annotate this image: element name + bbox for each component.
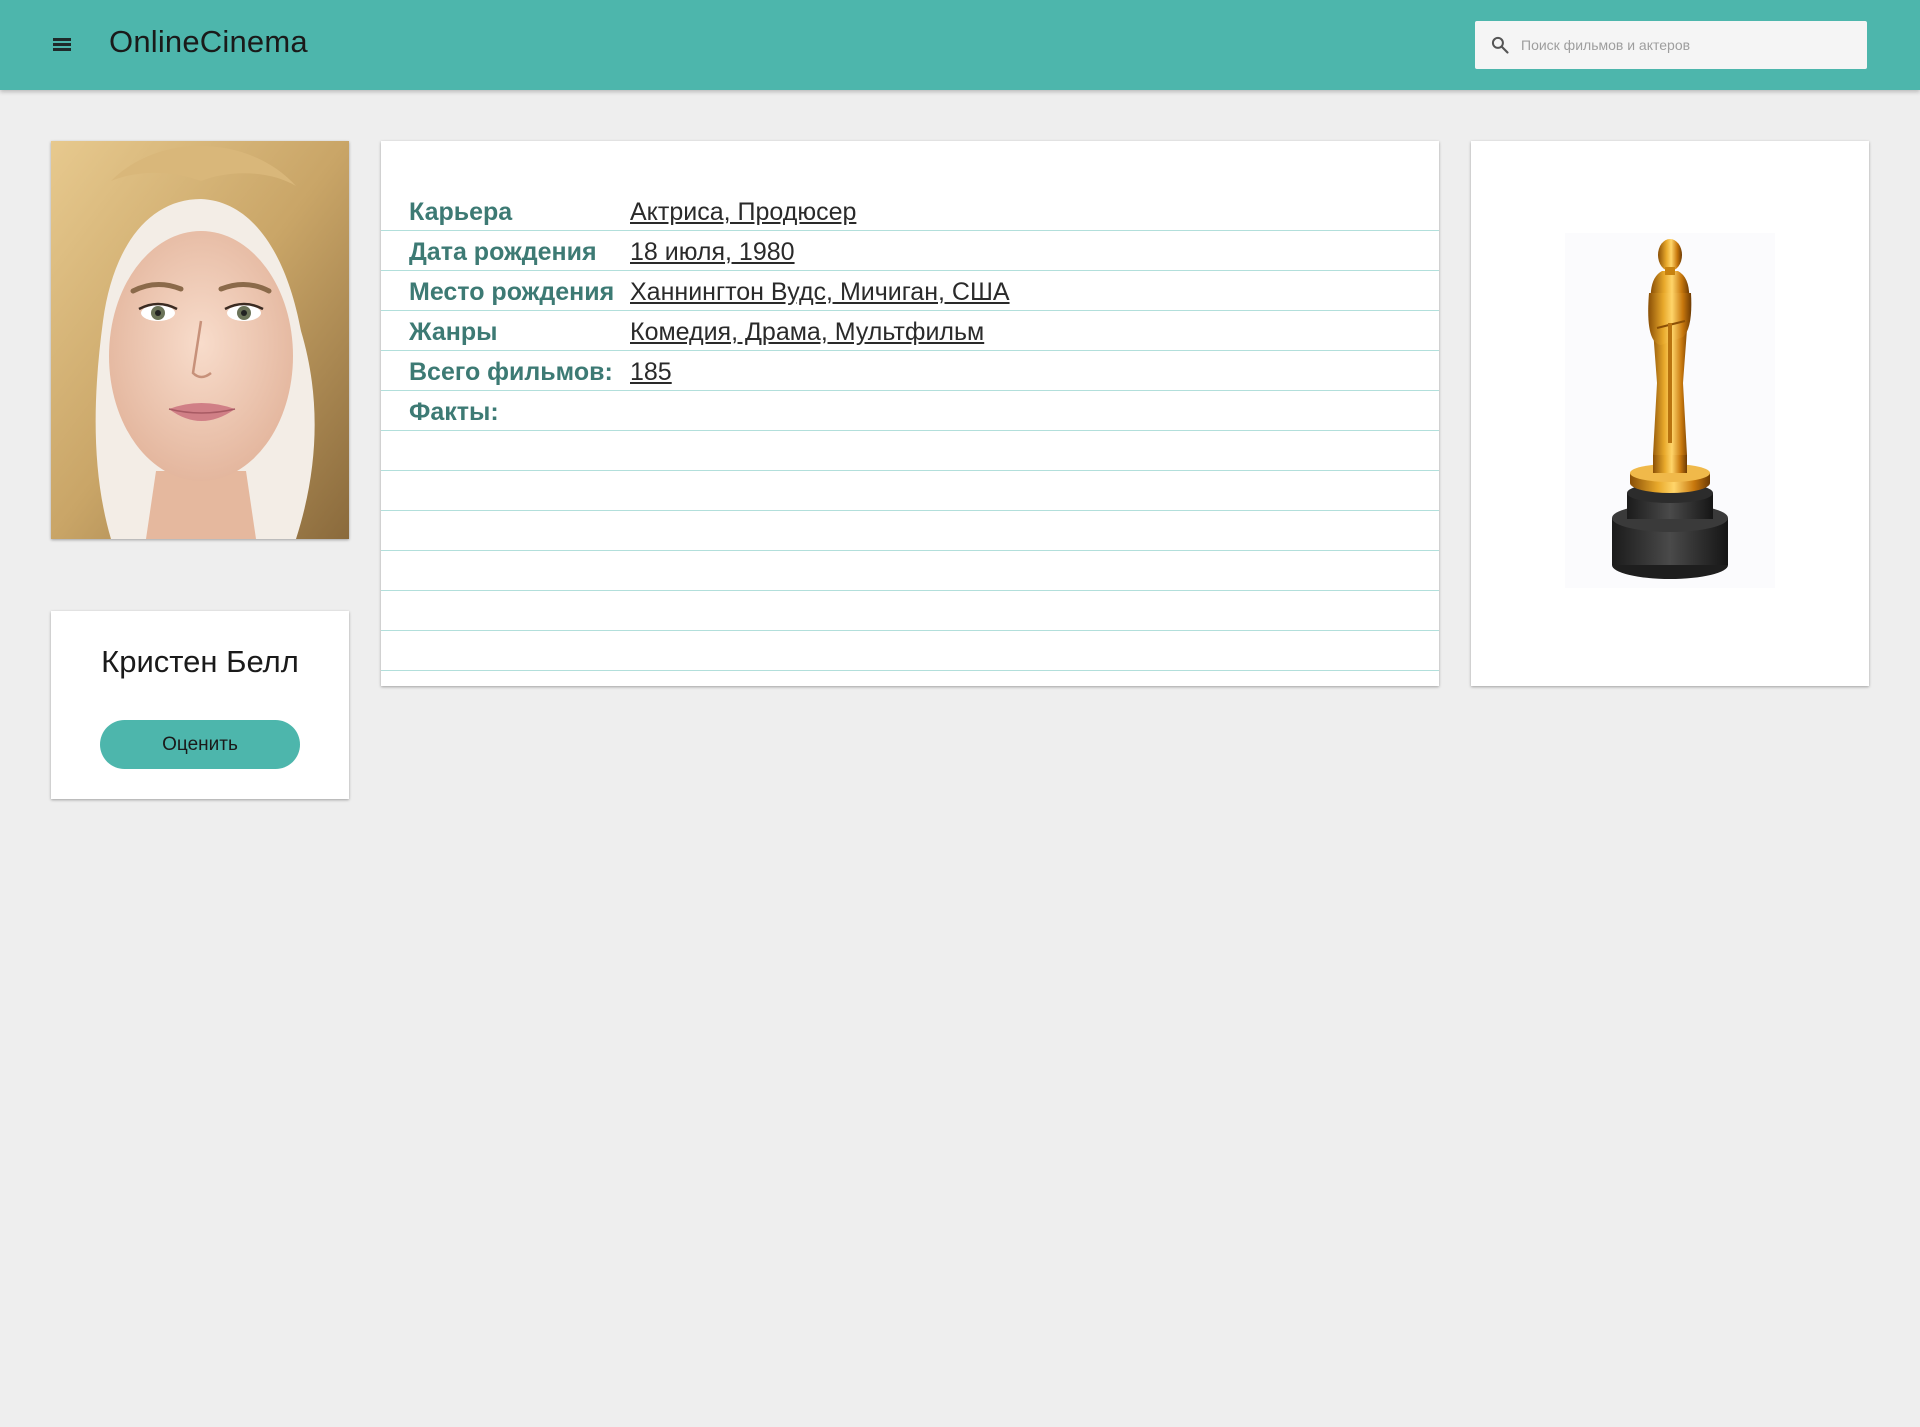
actor-name: Кристен Белл [101, 644, 299, 679]
info-row-facts: Факты: [381, 391, 1439, 431]
info-label: Всего фильмов: [409, 358, 613, 386]
info-value-link[interactable]: Актриса, Продюсер [630, 198, 856, 227]
top-app-bar: OnlineCinema [0, 0, 1920, 90]
info-row-birth-date: Дата рождения 18 июля, 1980 [381, 231, 1439, 271]
info-row-total-films: Всего фильмов: 185 [381, 351, 1439, 391]
rate-button[interactable]: Оценить [100, 720, 300, 769]
actor-portrait [51, 141, 349, 539]
award-card [1471, 141, 1869, 686]
search-box[interactable] [1475, 21, 1867, 69]
facts-line [381, 431, 1439, 471]
facts-line [381, 591, 1439, 631]
info-row-genres: Жанры Комедия, Драма, Мультфильм [381, 311, 1439, 351]
info-row-career: Карьера Актриса, Продюсер [381, 191, 1439, 231]
menu-icon[interactable] [48, 33, 76, 57]
search-icon [1491, 36, 1509, 54]
actor-info-card: Карьера Актриса, Продюсер Дата рождения … [381, 141, 1439, 686]
info-label: Место рождения [409, 278, 615, 306]
info-value-link[interactable]: 18 июля, 1980 [630, 238, 795, 267]
info-value-link[interactable]: Комедия, Драма, Мультфильм [630, 318, 984, 347]
facts-line [381, 551, 1439, 591]
info-value-link[interactable]: Ханнингтон Вудс, Мичиган, США [630, 278, 1010, 307]
brand-title[interactable]: OnlineCinema [109, 24, 308, 60]
facts-line [381, 631, 1439, 671]
actor-name-card: Кристен Белл Оценить [51, 611, 349, 799]
actor-photo-card [51, 141, 349, 539]
info-label: Факты: [409, 398, 499, 426]
facts-line [381, 511, 1439, 551]
info-value-link[interactable]: 185 [630, 358, 672, 387]
search-input[interactable] [1521, 21, 1851, 69]
oscar-statuette-icon [1565, 233, 1775, 588]
info-label: Жанры [409, 318, 498, 346]
info-label: Карьера [409, 198, 513, 226]
info-row-birth-place: Место рождения Ханнингтон Вудс, Мичиган,… [381, 271, 1439, 311]
info-label: Дата рождения [409, 238, 597, 266]
facts-line [381, 471, 1439, 511]
